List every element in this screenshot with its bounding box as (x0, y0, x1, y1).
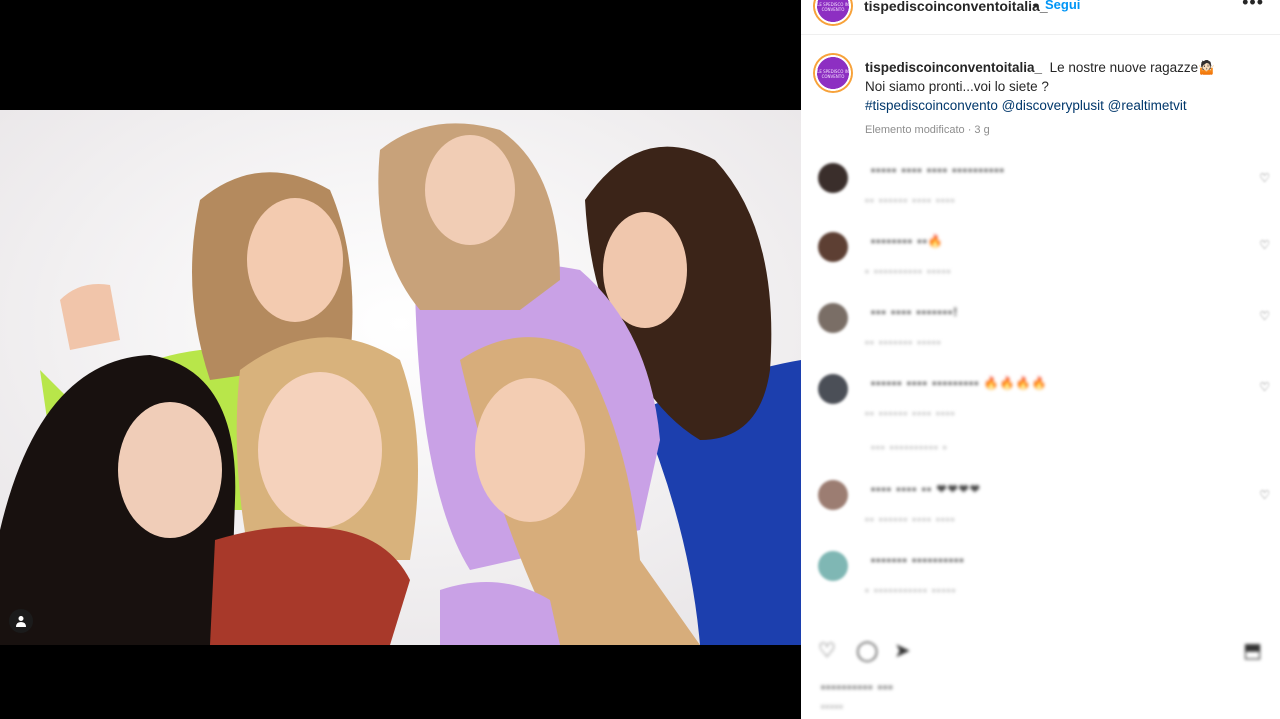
caption-avatar-logo-text: LE SPEDISCO IN CONVENTO (817, 69, 849, 79)
comment-avatar[interactable] (818, 232, 848, 262)
comment-meta: ▪▪ ▪▪▪▪▪▪ ▪▪▪▪ ▪▪▪▪ (865, 195, 956, 207)
mention-link-discoveryplus[interactable]: @discoveryplusit (1002, 98, 1104, 113)
caption-edited-meta: Elemento modificato · 3 g (865, 124, 990, 136)
comment-avatar[interactable] (818, 551, 848, 581)
likes-count[interactable]: ▪▪▪▪▪▪▪▪▪▪ ▪▪▪ (821, 680, 894, 694)
post-date: ▪▪▪▪▪ (821, 702, 844, 713)
post-header: LE SPEDISCO IN CONVENTO tispediscoinconv… (801, 0, 1280, 35)
comment-text: ▪▪▪ ▪▪▪▪ ▪▪▪▪▪▪▪! (871, 305, 959, 319)
comment-like-icon[interactable]: ♡ (1259, 171, 1270, 185)
post-photo[interactable] (0, 110, 801, 645)
like-icon[interactable]: ♡ (818, 638, 836, 663)
save-icon[interactable]: ⬒ (1243, 638, 1262, 663)
caption-avatar[interactable]: LE SPEDISCO IN CONVENTO (813, 53, 853, 93)
comment-like-icon[interactable]: ♡ (1259, 238, 1270, 252)
comment-avatar[interactable] (818, 374, 848, 404)
comment-text: ▪▪▪▪▪▪▪▪ ▪▪🔥 (871, 234, 944, 248)
comment-avatar[interactable] (818, 163, 848, 193)
comment-meta: ▪▪ ▪▪▪▪▪▪▪ ▪▪▪▪▪ (865, 337, 942, 349)
action-bar: ♡ ◯ ➤ ⬒ (801, 634, 1280, 668)
comment-like-icon[interactable]: ♡ (1259, 380, 1270, 394)
comment-text: ▪▪▪▪▪▪ ▪▪▪▪ ▪▪▪▪▪▪▪▪▪ 🔥🔥🔥🔥 (871, 376, 1048, 390)
hashtag-link[interactable]: #tispediscoinconvento (865, 98, 998, 113)
comment-meta: ▪▪ ▪▪▪▪▪▪ ▪▪▪▪ ▪▪▪▪ (865, 408, 956, 420)
comment-like-icon[interactable]: ♡ (1259, 309, 1270, 323)
comment-item: ▪▪▪▪▪▪▪▪ ▪▪🔥 ▪ ▪▪▪▪▪▪▪▪▪▪ ▪▪▪▪▪ ♡ (801, 228, 1280, 298)
view-replies-link[interactable]: ▪▪▪ ▪▪▪▪▪▪▪▪▪▪ ▪ (871, 442, 948, 454)
caption-username[interactable]: tispediscoinconventoitalia_ (865, 60, 1042, 75)
caption-text: tispediscoinconventoitalia_ Le nostre nu… (865, 58, 1265, 115)
mention-link-realtime[interactable]: @realtimetvit (1108, 98, 1187, 113)
header-username[interactable]: tispediscoinconventoitalia_ (864, 0, 1048, 14)
comment-meta: ▪ ▪▪▪▪▪▪▪▪▪▪ ▪▪▪▪▪ (865, 266, 952, 278)
post-side-panel: LE SPEDISCO IN CONVENTO tispediscoinconv… (801, 0, 1280, 719)
comment-text: ▪▪▪▪▪▪▪ ▪▪▪▪▪▪▪▪▪▪ (871, 553, 965, 567)
share-icon[interactable]: ➤ (894, 638, 911, 663)
comment-avatar[interactable] (818, 303, 848, 333)
comment-like-icon[interactable]: ♡ (1259, 488, 1270, 502)
caption-line-2: Noi siamo pronti...voi lo siete ? (865, 79, 1049, 94)
comment-item: ▪▪▪ ▪▪▪▪ ▪▪▪▪▪▪▪! ▪▪ ▪▪▪▪▪▪▪ ▪▪▪▪▪ ♡ (801, 299, 1280, 369)
follow-button[interactable]: Segui (1045, 0, 1080, 12)
comment-meta: ▪▪ ▪▪▪▪▪▪ ▪▪▪▪ ▪▪▪▪ (865, 514, 956, 526)
comment-meta: ▪ ▪▪▪▪▪▪▪▪▪▪▪ ▪▪▪▪▪ (865, 585, 957, 597)
comment-icon[interactable]: ◯ (856, 638, 878, 663)
profile-avatar[interactable]: LE SPEDISCO IN CONVENTO (813, 0, 853, 26)
more-options-icon[interactable]: ••• (1242, 0, 1264, 13)
comment-item: ▪▪▪▪▪ ▪▪▪▪ ▪▪▪▪ ▪▪▪▪▪▪▪▪▪▪ ▪▪ ▪▪▪▪▪▪ ▪▪▪… (801, 157, 1280, 227)
comment-item: ▪▪▪▪▪▪ ▪▪▪▪ ▪▪▪▪▪▪▪▪▪ 🔥🔥🔥🔥 ▪▪ ▪▪▪▪▪▪ ▪▪▪… (801, 370, 1280, 470)
group-photo-illustration (0, 110, 801, 645)
comment-text: ▪▪▪▪▪ ▪▪▪▪ ▪▪▪▪ ▪▪▪▪▪▪▪▪▪▪ (871, 163, 1005, 177)
comment-item: ▪▪▪▪▪▪▪ ▪▪▪▪▪▪▪▪▪▪ ▪ ▪▪▪▪▪▪▪▪▪▪▪ ▪▪▪▪▪ (801, 547, 1280, 617)
header-separator: • (1033, 0, 1038, 13)
comment-text: ▪▪▪▪ ▪▪▪▪ ▪▪ ❤❤❤❤ (871, 482, 981, 496)
comment-item: ▪▪▪▪ ▪▪▪▪ ▪▪ ❤❤❤❤ ▪▪ ▪▪▪▪▪▪ ▪▪▪▪ ▪▪▪▪ ♡ (801, 476, 1280, 546)
avatar-logo-text: LE SPEDISCO IN CONVENTO (817, 2, 849, 12)
person-icon (16, 616, 26, 627)
tagged-users-icon[interactable] (9, 609, 33, 633)
media-pane (0, 0, 801, 719)
comment-avatar[interactable] (818, 480, 848, 510)
caption-line-1: Le nostre nuove ragazze🤷🏻 (1049, 60, 1215, 75)
